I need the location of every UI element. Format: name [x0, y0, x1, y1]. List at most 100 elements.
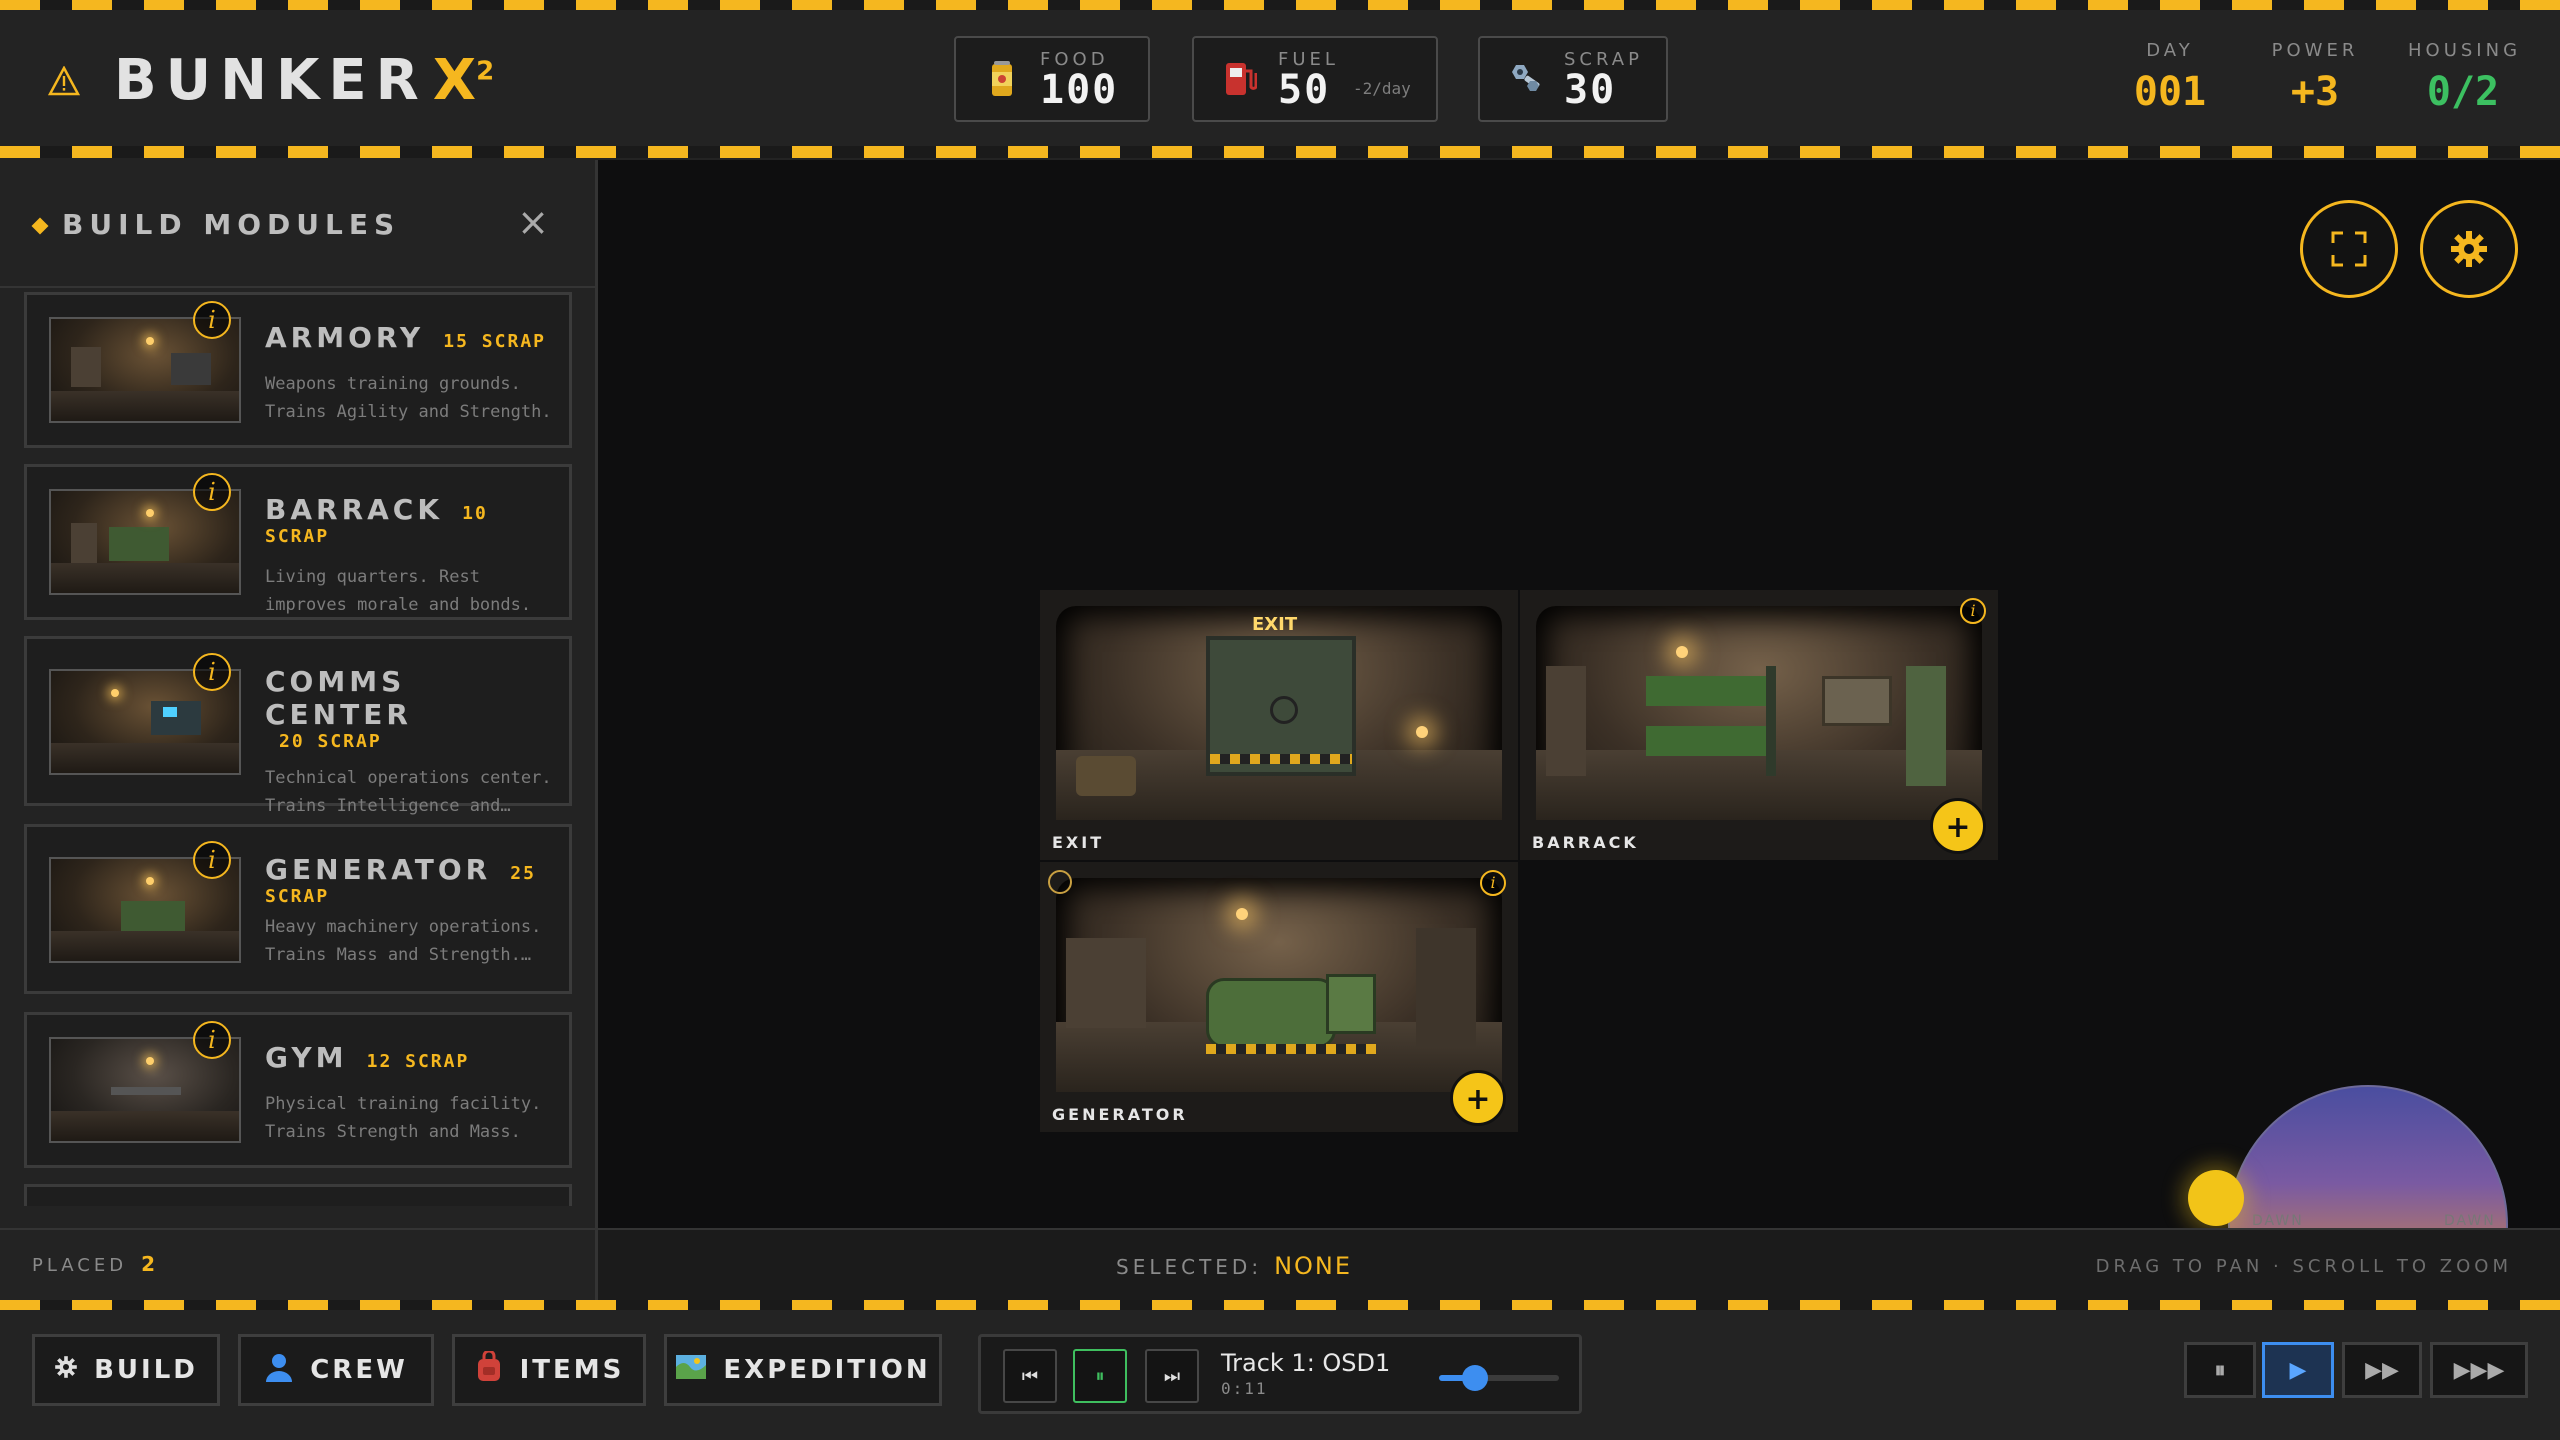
- exit-sign: EXIT: [1252, 614, 1298, 635]
- speed-fast-button[interactable]: ▶▶: [2342, 1342, 2422, 1398]
- room-generator[interactable]: i + GENERATOR: [1040, 862, 1518, 1132]
- module-description: Technical operations center. Trains Inte…: [265, 768, 552, 816]
- track-time: 0:11: [1221, 1379, 1268, 1398]
- module-card-barrack[interactable]: i BARRACK 10 SCRAP Living quarters. Rest…: [24, 464, 572, 620]
- day-label: DAY: [2146, 40, 2194, 61]
- power-value: +3: [2290, 69, 2340, 115]
- module-name: GENERATOR: [265, 853, 492, 886]
- crew-button[interactable]: CREW: [238, 1334, 434, 1406]
- info-icon[interactable]: i: [193, 1021, 231, 1059]
- person-icon: [264, 1352, 294, 1389]
- selected-value: NONE: [1274, 1252, 1353, 1280]
- module-card-partial[interactable]: [24, 1184, 572, 1206]
- top-bar: BUNKER X2 FOOD 100 FUEL 50 -2/day SCRAP …: [0, 0, 2560, 160]
- room-scene: EXIT: [1056, 606, 1502, 820]
- scrap-value: 30: [1564, 66, 1617, 113]
- settings-button[interactable]: [2420, 200, 2518, 298]
- module-description: Weapons training grounds. Trains Agility…: [265, 374, 552, 422]
- info-icon[interactable]: i: [193, 301, 231, 339]
- game-title: BUNKER: [114, 48, 428, 113]
- fullscreen-button[interactable]: [2300, 200, 2398, 298]
- room-label: BARRACK: [1532, 833, 1639, 852]
- scrap-resource: SCRAP 30: [1478, 36, 1668, 122]
- module-card-comms-center[interactable]: i COMMS CENTER 20 SCRAP Technical operat…: [24, 636, 572, 816]
- housing-value: 0/2: [2426, 69, 2500, 115]
- speed-play-button[interactable]: ▶: [2262, 1342, 2334, 1398]
- room-label: EXIT: [1052, 833, 1105, 852]
- module-description: Physical training facility. Trains Stren…: [265, 1094, 542, 1142]
- previous-track-button[interactable]: ⏮: [1003, 1349, 1057, 1403]
- fuel-rate: -2/day: [1352, 78, 1411, 98]
- module-name: COMMS CENTER: [265, 665, 412, 731]
- gear-icon: [54, 1355, 78, 1386]
- volume-knob[interactable]: [1462, 1365, 1488, 1391]
- add-crew-button[interactable]: +: [1450, 1070, 1506, 1126]
- power-label: POWER: [2271, 40, 2359, 61]
- housing-stat: HOUSING 0/2: [2408, 40, 2518, 115]
- build-sidebar: BUILD MODULES × i ARMORY 15 SCRAP Weapon…: [0, 160, 598, 1300]
- add-crew-button[interactable]: +: [1930, 798, 1986, 854]
- module-card-generator[interactable]: i GENERATOR 25 SCRAP Heavy machinery ope…: [24, 824, 572, 994]
- speed-pause-button[interactable]: ⏸: [2184, 1342, 2256, 1398]
- fuel-value: 50: [1278, 66, 1331, 113]
- next-track-button[interactable]: ⏭: [1145, 1349, 1199, 1403]
- track-info: Track 1: OSD1 0:11: [1221, 1349, 1390, 1398]
- dial-right-label: DAWN: [2444, 1213, 2496, 1229]
- module-description: Living quarters. Rest improves morale an…: [265, 567, 532, 615]
- track-title: Track 1: OSD1: [1221, 1349, 1391, 1377]
- close-icon[interactable]: ×: [517, 200, 549, 244]
- hazard-stripe-top: [0, 0, 2560, 10]
- hazard-stripe-bottom: [0, 1300, 2560, 1310]
- volume-slider[interactable]: [1439, 1365, 1559, 1391]
- bunker-map[interactable]: EXIT EXIT i + BARRACK i + GENERATOR DAWN…: [598, 160, 2560, 1300]
- food-can-icon: [982, 59, 1022, 99]
- bunker-door: [1206, 636, 1356, 776]
- fuel-pump-icon: [1220, 59, 1260, 99]
- pause-button[interactable]: ⏸: [1073, 1349, 1127, 1403]
- music-player: ⏮ ⏸ ⏭ Track 1: OSD1 0:11: [978, 1334, 1582, 1414]
- diamond-icon: [31, 217, 49, 235]
- crew-label: CREW: [310, 1355, 408, 1385]
- day-night-dial: DAWN DAWN: [2228, 1085, 2530, 1235]
- hazard-stripe-header-bottom: [0, 146, 2560, 158]
- selected-label: SELECTED:: [1116, 1255, 1263, 1279]
- sidebar-header: BUILD MODULES ×: [0, 160, 595, 288]
- info-icon[interactable]: i: [193, 653, 231, 691]
- module-description: Heavy machinery operations. Trains Mass …: [265, 917, 542, 965]
- module-card-armory[interactable]: i ARMORY 15 SCRAP Weapons training groun…: [24, 292, 572, 448]
- map-icon: [675, 1353, 707, 1388]
- module-cost: 20 SCRAP: [279, 731, 382, 752]
- food-resource: FOOD 100: [954, 36, 1150, 122]
- items-button[interactable]: ITEMS: [452, 1334, 646, 1406]
- build-label: BUILD: [94, 1355, 198, 1385]
- gear-icon: [2451, 231, 2487, 267]
- warning-icon: [47, 64, 81, 96]
- room-label: GENERATOR: [1052, 1105, 1188, 1124]
- info-icon[interactable]: i: [193, 473, 231, 511]
- build-button[interactable]: BUILD: [32, 1334, 220, 1406]
- items-label: ITEMS: [519, 1355, 625, 1385]
- dial-left-label: DAWN: [2252, 1213, 2304, 1229]
- info-icon[interactable]: i: [1960, 598, 1986, 624]
- module-card-gym[interactable]: i GYM 12 SCRAP Physical training facilit…: [24, 1012, 572, 1168]
- housing-label: HOUSING: [2408, 40, 2522, 61]
- module-list[interactable]: i ARMORY 15 SCRAP Weapons training groun…: [0, 290, 595, 1206]
- placed-value: 2: [141, 1252, 160, 1276]
- module-name: BARRACK: [265, 493, 444, 526]
- module-name: ARMORY: [265, 321, 425, 354]
- expedition-button[interactable]: EXPEDITION: [664, 1334, 942, 1406]
- power-icon: [1048, 870, 1072, 894]
- food-value: 100: [1040, 66, 1119, 113]
- speed-fastest-button[interactable]: ▶▶▶: [2430, 1342, 2528, 1398]
- power-stat: POWER +3: [2270, 40, 2360, 115]
- map-status-bar: SELECTED: NONE DRAG TO PAN · SCROLL TO ZO…: [598, 1228, 2560, 1300]
- info-icon[interactable]: i: [193, 841, 231, 879]
- room-exit[interactable]: EXIT EXIT: [1040, 590, 1518, 860]
- room-barrack[interactable]: i + BARRACK: [1520, 590, 1998, 860]
- room-scene: [1536, 606, 1982, 820]
- room-scene: [1056, 878, 1502, 1092]
- info-icon[interactable]: i: [1480, 870, 1506, 896]
- day-stat: DAY 001: [2130, 40, 2210, 115]
- controls-hint: DRAG TO PAN · SCROLL TO ZOOM: [2095, 1256, 2512, 1277]
- scrap-bolts-icon: [1506, 59, 1546, 99]
